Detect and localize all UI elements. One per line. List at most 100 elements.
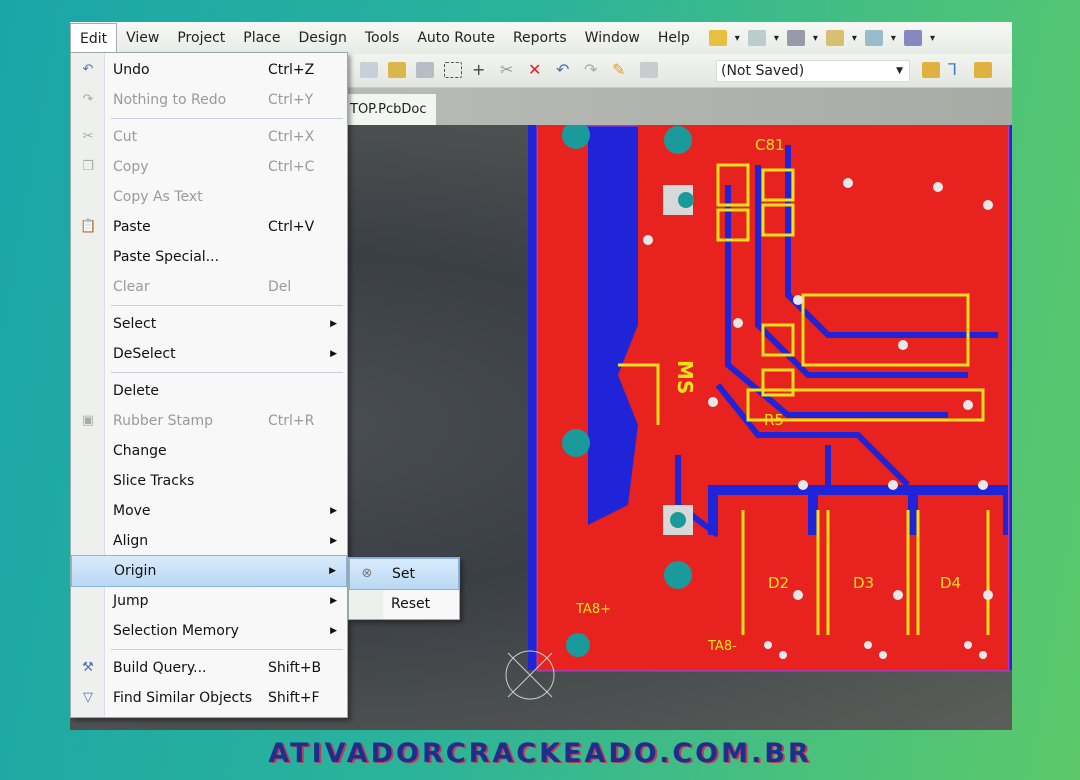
- deselect-icon[interactable]: ✂: [500, 62, 518, 78]
- chevron-down-icon: ▼: [896, 66, 903, 76]
- label-ta8-minus: TA8-: [707, 639, 737, 654]
- shortcut: Ctrl+Y: [268, 92, 314, 108]
- chevron-down-icon[interactable]: ▾: [774, 33, 779, 44]
- copy-icon[interactable]: [360, 62, 378, 78]
- layer-icon[interactable]: [708, 30, 727, 46]
- menu-auto-route[interactable]: Auto Route: [408, 23, 504, 53]
- grid-icon[interactable]: [903, 30, 922, 46]
- edit-menu: ↶ Undo Ctrl+Z ↷ Nothing to Redo Ctrl+Y ✂ Cut Ctr…: [70, 52, 348, 718]
- menu-project[interactable]: Project: [168, 23, 234, 53]
- menu-item-align[interactable]: Align ▶: [71, 526, 347, 556]
- route-icon[interactable]: [922, 62, 940, 78]
- menu-item-set[interactable]: ⊗ Set: [349, 558, 459, 590]
- menu-edit[interactable]: Edit: [70, 22, 118, 54]
- menu-item-select[interactable]: Select ▶: [71, 309, 347, 339]
- chevron-down-icon[interactable]: ▾: [813, 33, 818, 44]
- undo-icon: ↶: [82, 62, 94, 77]
- menu-separator: [71, 115, 347, 122]
- browse-icon[interactable]: [640, 62, 658, 78]
- menu-item-origin[interactable]: Origin ▶: [71, 555, 347, 587]
- pencil-icon[interactable]: ✎: [612, 62, 630, 78]
- fanout-icon[interactable]: ⅂: [948, 62, 966, 78]
- pcb-board: C81 D2 D3 D4 R5 TA8+ TA8- MS: [528, 125, 1012, 672]
- route-diff-icon[interactable]: [974, 62, 992, 78]
- shortcut: Ctrl+X: [268, 129, 315, 145]
- submenu-arrow-icon: ▶: [329, 566, 336, 576]
- menu-item-paste[interactable]: 📋 Paste Ctrl+V: [71, 212, 347, 242]
- menu-item-nothing-to-redo[interactable]: ↷ Nothing to Redo Ctrl+Y: [71, 85, 347, 115]
- chevron-down-icon[interactable]: ▾: [735, 33, 740, 44]
- move-icon[interactable]: +: [472, 62, 490, 78]
- label-ms: MS: [673, 360, 697, 394]
- label-d4: D4: [940, 574, 961, 592]
- menu-item-clear[interactable]: Clear Del: [71, 272, 347, 302]
- shortcut: Ctrl+Z: [268, 62, 315, 78]
- shortcut: Ctrl+V: [268, 219, 315, 235]
- copy-icon: ❐: [82, 159, 94, 174]
- menu-separator: [71, 302, 347, 309]
- menu-item-slice-tracks[interactable]: Slice Tracks: [71, 466, 347, 496]
- label-ta8-plus: TA8+: [575, 602, 611, 617]
- menu-reports[interactable]: Reports: [504, 23, 576, 53]
- tab-top-pcbdoc[interactable]: TOP.PcbDoc: [340, 94, 437, 125]
- menu-bar: Edit View Project Place Design Tools Auto Rout…: [70, 22, 1012, 54]
- shortcut: Shift+F: [268, 690, 320, 706]
- project-select[interactable]: (Not Saved) ▼: [716, 60, 910, 82]
- shortcut: Shift+B: [268, 660, 322, 676]
- shortcut: Ctrl+R: [268, 413, 315, 429]
- menu-separator: [71, 646, 347, 653]
- submenu-arrow-icon: ▶: [330, 626, 337, 636]
- rubber-stamp-icon[interactable]: [416, 62, 434, 78]
- report-icon[interactable]: [864, 30, 883, 46]
- menu-item-reset[interactable]: Reset: [349, 589, 459, 619]
- menu-tools[interactable]: Tools: [356, 23, 409, 53]
- label-d3: D3: [853, 574, 874, 592]
- menu-item-find-similar-objects[interactable]: ▽ Find Similar Objects Shift+F: [71, 683, 347, 713]
- menu-item-copy-as-text[interactable]: Copy As Text: [71, 182, 347, 212]
- find-icon[interactable]: [786, 30, 805, 46]
- shortcut: Ctrl+C: [268, 159, 315, 175]
- origin-marker-icon: [505, 650, 555, 700]
- submenu-arrow-icon: ▶: [330, 319, 337, 329]
- toolbar-icons: + ✂ ✕ ↶ ↷ ✎: [360, 62, 658, 78]
- menu-window[interactable]: Window: [576, 23, 649, 53]
- undo-icon[interactable]: ↶: [556, 62, 574, 78]
- shortcut: Del: [268, 279, 292, 295]
- menu-item-deselect[interactable]: DeSelect ▶: [71, 339, 347, 369]
- menu-item-delete[interactable]: Delete: [71, 376, 347, 406]
- submenu-arrow-icon: ▶: [330, 506, 337, 516]
- submenu-arrow-icon: ▶: [330, 349, 337, 359]
- menu-item-undo[interactable]: ↶ Undo Ctrl+Z: [71, 55, 347, 85]
- menu-item-build-query[interactable]: ⚒ Build Query... Shift+B: [71, 653, 347, 683]
- submenu-arrow-icon: ▶: [330, 596, 337, 606]
- align-icon[interactable]: [825, 30, 844, 46]
- menu-place[interactable]: Place: [234, 23, 289, 53]
- paste-icon: 📋: [80, 219, 97, 234]
- paste-icon[interactable]: [388, 62, 406, 78]
- menu-item-cut[interactable]: ✂ Cut Ctrl+X: [71, 122, 347, 152]
- menu-item-paste-special[interactable]: Paste Special...: [71, 242, 347, 272]
- chevron-down-icon[interactable]: ▾: [852, 33, 857, 44]
- menu-view[interactable]: View: [117, 23, 168, 53]
- chevron-down-icon[interactable]: ▾: [891, 33, 896, 44]
- origin-submenu: ⊗ Set Reset: [348, 557, 460, 620]
- app-window: Edit View Project Place Design Tools Auto Rout…: [70, 22, 1012, 730]
- chevron-down-icon[interactable]: ▾: [930, 33, 935, 44]
- menu-item-rubber-stamp[interactable]: ▣ Rubber Stamp Ctrl+R: [71, 406, 347, 436]
- clear-icon[interactable]: ✕: [528, 62, 546, 78]
- menu-item-copy[interactable]: ❐ Copy Ctrl+C: [71, 152, 347, 182]
- build-query-icon: ⚒: [82, 660, 94, 675]
- menu-item-jump[interactable]: Jump ▶: [71, 586, 347, 616]
- watermark-text: ATIVADORCRACKEADO.COM.BR: [268, 738, 812, 769]
- select-rect-icon[interactable]: [444, 62, 462, 78]
- menu-design[interactable]: Design: [290, 23, 356, 53]
- menu-help[interactable]: Help: [649, 23, 699, 53]
- redo-icon: ↷: [82, 92, 94, 107]
- menu-separator: [71, 369, 347, 376]
- redo-icon[interactable]: ↷: [584, 62, 602, 78]
- menu-item-change[interactable]: Change: [71, 436, 347, 466]
- menu-item-selection-memory[interactable]: Selection Memory ▶: [71, 616, 347, 646]
- filter-icon: ▽: [83, 690, 93, 705]
- print-icon[interactable]: [747, 30, 766, 46]
- menu-item-move[interactable]: Move ▶: [71, 496, 347, 526]
